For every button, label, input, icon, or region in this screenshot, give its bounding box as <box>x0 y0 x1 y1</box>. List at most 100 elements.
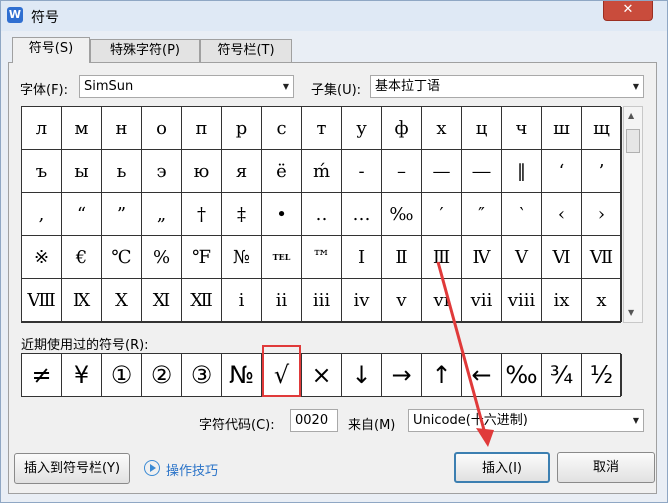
symbol-cell[interactable]: ю <box>182 150 222 193</box>
symbol-cell[interactable]: х <box>422 107 462 150</box>
symbol-cell[interactable]: Ⅸ <box>62 279 102 322</box>
symbol-cell[interactable]: , <box>22 193 62 236</box>
symbol-cell[interactable]: ′ <box>422 193 462 236</box>
symbol-cell[interactable]: ⅸ <box>542 279 582 322</box>
recent-symbol-cell[interactable]: → <box>382 354 422 396</box>
symbol-cell[interactable]: р <box>222 107 262 150</box>
symbol-cell[interactable]: щ <box>582 107 622 150</box>
symbol-cell[interactable]: ‰ <box>382 193 422 236</box>
tab-special-chars[interactable]: 特殊字符(P) <box>90 39 200 63</box>
recent-symbol-cell[interactable]: × <box>302 354 342 396</box>
symbol-cell[interactable]: ‖ <box>502 150 542 193</box>
symbol-cell[interactable]: о <box>142 107 182 150</box>
symbol-cell[interactable]: Ⅱ <box>382 236 422 279</box>
grid-scrollbar[interactable]: ▲ ▼ <box>623 106 643 323</box>
symbol-cell[interactable]: ” <box>102 193 142 236</box>
symbol-cell[interactable]: ™ <box>302 236 342 279</box>
tab-symbols[interactable]: 符号(S) <box>12 37 90 63</box>
symbol-cell[interactable]: ‡ <box>222 193 262 236</box>
symbol-cell[interactable]: › <box>582 193 622 236</box>
symbol-cell[interactable]: ш <box>542 107 582 150</box>
symbol-cell[interactable]: ‵ <box>502 193 542 236</box>
symbol-cell[interactable]: ⅵ <box>422 279 462 322</box>
symbol-cell[interactable]: ⅹ <box>582 279 622 322</box>
insert-to-symbol-bar-button[interactable]: 插入到符号栏(Y) <box>14 453 130 484</box>
symbol-cell[interactable]: … <box>342 193 382 236</box>
tips-link[interactable]: 操作技巧 <box>166 460 218 479</box>
symbol-cell[interactable]: • <box>262 193 302 236</box>
symbol-cell[interactable]: ℃ <box>102 236 142 279</box>
symbol-cell[interactable]: ф <box>382 107 422 150</box>
symbol-cell[interactable]: ‘ <box>542 150 582 193</box>
recent-symbol-cell[interactable]: ← <box>462 354 502 396</box>
symbol-cell[interactable]: ц <box>462 107 502 150</box>
symbol-cell[interactable]: ы <box>62 150 102 193</box>
symbol-cell[interactable]: с <box>262 107 302 150</box>
symbol-cell[interactable]: ’ <box>582 150 622 193</box>
symbol-cell[interactable]: Ⅻ <box>182 279 222 322</box>
symbol-cell[interactable]: ḿ <box>302 150 342 193</box>
symbol-cell[interactable]: ※ <box>22 236 62 279</box>
symbol-cell[interactable]: — <box>422 150 462 193</box>
symbol-cell[interactable]: ⅲ <box>302 279 342 322</box>
symbol-cell[interactable]: ⅰ <box>222 279 262 322</box>
recent-symbol-cell[interactable]: ‰ <box>502 354 542 396</box>
recent-symbol-cell[interactable]: № <box>222 354 262 396</box>
symbol-cell[interactable]: Ⅴ <box>502 236 542 279</box>
symbol-cell[interactable]: „ <box>142 193 182 236</box>
symbol-cell[interactable]: п <box>182 107 222 150</box>
symbol-cell[interactable]: ⅱ <box>262 279 302 322</box>
char-code-input[interactable]: 0020 <box>290 409 338 432</box>
symbol-cell[interactable]: Ⅳ <box>462 236 502 279</box>
symbol-cell[interactable]: ― <box>462 150 502 193</box>
recent-symbol-cell[interactable]: ① <box>102 354 142 396</box>
symbol-cell[interactable]: л <box>22 107 62 150</box>
insert-button[interactable]: 插入(I) <box>454 452 550 483</box>
symbol-cell[interactable]: у <box>342 107 382 150</box>
recent-symbol-cell[interactable]: ≠ <box>22 354 62 396</box>
tab-symbol-bar[interactable]: 符号栏(T) <box>200 39 292 63</box>
symbol-cell[interactable]: ‥ <box>302 193 342 236</box>
symbol-cell[interactable]: Ⅹ <box>102 279 142 322</box>
symbol-cell[interactable]: € <box>62 236 102 279</box>
symbol-cell[interactable]: Ⅲ <box>422 236 462 279</box>
symbol-cell[interactable]: Ⅺ <box>142 279 182 322</box>
symbol-cell[interactable]: ч <box>502 107 542 150</box>
symbol-cell[interactable]: ⅶ <box>462 279 502 322</box>
recent-symbol-cell[interactable]: ② <box>142 354 182 396</box>
recent-symbol-cell[interactable]: ½ <box>582 354 622 396</box>
symbol-cell[interactable]: ⅷ <box>502 279 542 322</box>
symbol-cell[interactable]: э <box>142 150 182 193</box>
recent-symbol-cell[interactable]: √ <box>262 354 302 396</box>
recent-symbol-cell[interactable]: ↑ <box>422 354 462 396</box>
from-select[interactable]: Unicode(十六进制) ▼ <box>408 409 644 432</box>
symbol-cell[interactable]: № <box>222 236 262 279</box>
play-icon[interactable] <box>144 460 160 476</box>
symbol-cell[interactable]: ⅳ <box>342 279 382 322</box>
symbol-cell[interactable]: ь <box>102 150 142 193</box>
symbol-cell[interactable]: – <box>382 150 422 193</box>
symbol-cell[interactable]: ё <box>262 150 302 193</box>
symbol-cell[interactable]: я <box>222 150 262 193</box>
symbol-cell[interactable]: н <box>102 107 142 150</box>
recent-symbol-cell[interactable]: ¥ <box>62 354 102 396</box>
symbol-cell[interactable]: Ⅵ <box>542 236 582 279</box>
symbol-cell[interactable]: ‹ <box>542 193 582 236</box>
symbol-cell[interactable]: ℉ <box>182 236 222 279</box>
symbol-cell[interactable]: % <box>142 236 182 279</box>
symbol-cell[interactable]: т <box>302 107 342 150</box>
symbol-cell[interactable]: Ⅶ <box>582 236 622 279</box>
font-select[interactable]: SimSun ▼ <box>79 75 294 98</box>
symbol-cell[interactable]: “ <box>62 193 102 236</box>
scroll-down-icon[interactable]: ▼ <box>628 308 634 317</box>
symbol-cell[interactable]: Ⅷ <box>22 279 62 322</box>
recent-symbol-cell[interactable]: ③ <box>182 354 222 396</box>
close-button[interactable]: ✕ <box>603 1 653 21</box>
symbol-cell[interactable]: TEL <box>262 236 302 279</box>
recent-symbol-cell[interactable]: ¾ <box>542 354 582 396</box>
symbol-cell[interactable]: - <box>342 150 382 193</box>
symbol-cell[interactable]: ″ <box>462 193 502 236</box>
symbol-cell[interactable]: м <box>62 107 102 150</box>
symbol-cell[interactable]: Ⅰ <box>342 236 382 279</box>
recent-symbol-cell[interactable]: ↓ <box>342 354 382 396</box>
